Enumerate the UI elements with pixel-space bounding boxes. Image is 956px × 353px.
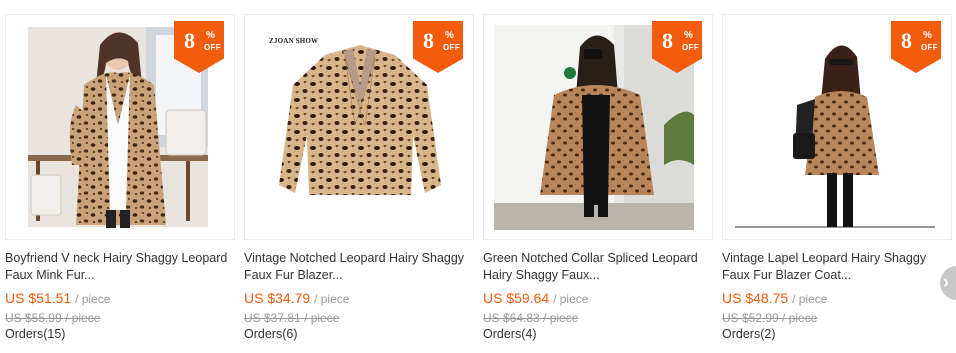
discount-value: 8 — [423, 28, 434, 53]
price: US $34.79 / piece — [244, 290, 349, 306]
product-title[interactable]: Vintage Notched Leopard Hairy Shaggy Fau… — [244, 250, 472, 284]
price-unit: / piece — [792, 292, 828, 306]
price: US $48.75 / piece — [722, 290, 827, 306]
product-title[interactable]: Green Notched Collar Spliced Leopard Hai… — [483, 250, 711, 284]
orders-count: Orders(4) — [483, 327, 537, 341]
chevron-right-icon: › — [943, 272, 949, 292]
orders-count: Orders(2) — [722, 327, 776, 341]
product-card[interactable]: ZJOAN SHOW 8 % OFF Vintage Notched Leopa… — [244, 0, 474, 353]
price-value: US $48.75 — [722, 290, 789, 306]
original-price: US $52.99 / piece — [722, 311, 818, 325]
off-label: OFF — [443, 43, 460, 52]
percent-sign: % — [206, 30, 215, 41]
orders-count: Orders(6) — [244, 327, 298, 341]
product-card[interactable]: 8 % OFF Green Notched Collar Spliced Leo… — [483, 0, 713, 353]
percent-sign: % — [923, 30, 932, 41]
original-price: US $55.99 / piece — [5, 311, 101, 325]
percent-sign: % — [445, 30, 454, 41]
off-label: OFF — [921, 43, 938, 52]
product-title[interactable]: Vintage Lapel Leopard Hairy Shaggy Faux … — [722, 250, 950, 284]
price-value: US $59.64 — [483, 290, 550, 306]
product-title[interactable]: Boyfriend V neck Hairy Shaggy Leopard Fa… — [5, 250, 233, 284]
original-price: US $64.83 / piece — [483, 311, 579, 325]
price-value: US $51.51 — [5, 290, 72, 306]
brand-label: ZJOAN SHOW — [269, 37, 319, 45]
product-image[interactable]: 8 % OFF — [5, 14, 235, 240]
original-price: US $37.81 / piece — [244, 311, 340, 325]
product-image[interactable]: ZJOAN SHOW 8 % OFF — [244, 14, 474, 240]
price-unit: / piece — [75, 292, 111, 306]
discount-value: 8 — [184, 28, 195, 53]
product-image[interactable]: 8 % OFF — [483, 14, 713, 240]
discount-value: 8 — [901, 28, 912, 53]
orders-count: Orders(15) — [5, 327, 66, 341]
price: US $51.51 / piece — [5, 290, 110, 306]
price-value: US $34.79 — [244, 290, 311, 306]
product-card[interactable]: 8 % OFF Boyfriend V neck Hairy Shaggy Le… — [5, 0, 235, 353]
price: US $59.64 / piece — [483, 290, 588, 306]
price-unit: / piece — [314, 292, 350, 306]
product-image[interactable]: 8 % OFF — [722, 14, 952, 240]
percent-sign: % — [684, 30, 693, 41]
off-label: OFF — [204, 43, 221, 52]
discount-value: 8 — [662, 28, 673, 53]
product-card[interactable]: 8 % OFF Vintage Lapel Leopard Hairy Shag… — [722, 0, 952, 353]
off-label: OFF — [682, 43, 699, 52]
price-unit: / piece — [553, 292, 589, 306]
